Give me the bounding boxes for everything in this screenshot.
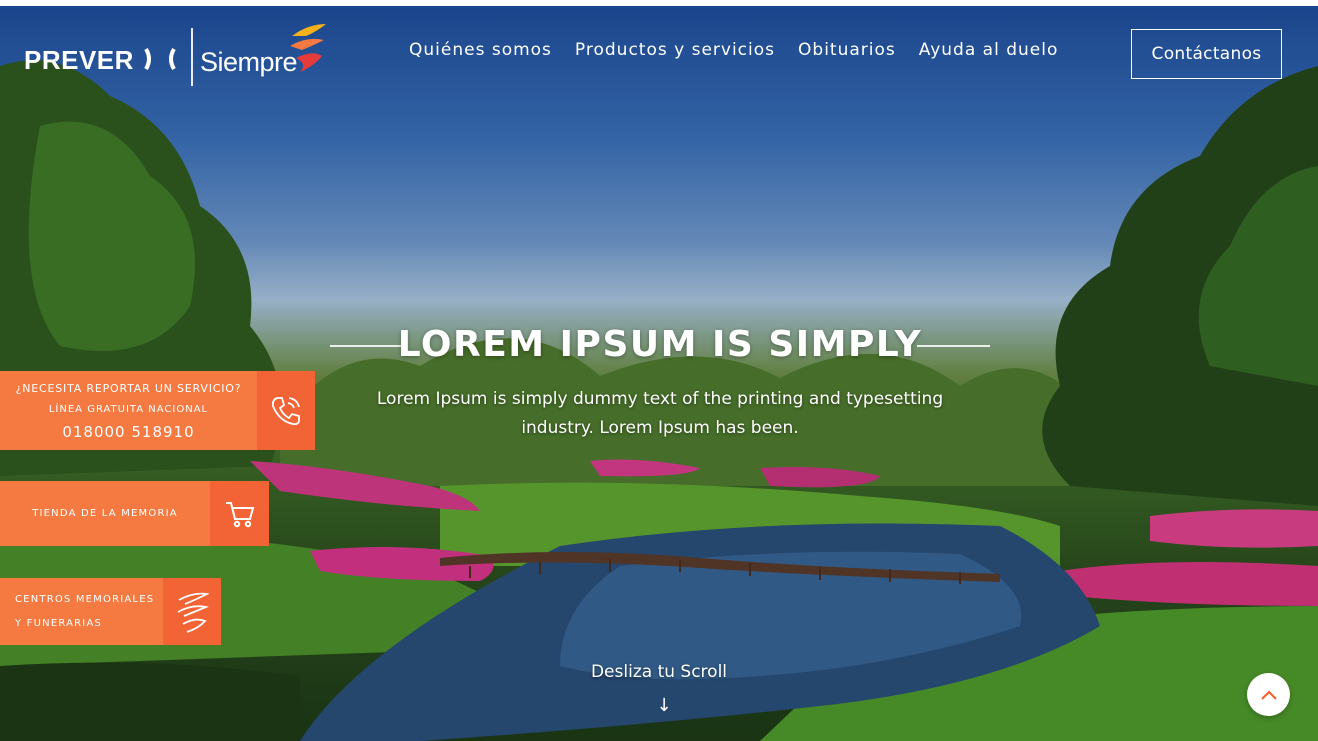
main-navigation: Quiénes somos Productos y servicios Obit… <box>409 40 1081 60</box>
phone-icon <box>257 371 315 450</box>
hero-headline-block: LOREM IPSUM IS SIMPLY <box>330 324 990 370</box>
hero-title: LOREM IPSUM IS SIMPLY <box>397 324 923 365</box>
nav-ayuda-duelo[interactable]: Ayuda al duelo <box>919 40 1059 60</box>
nav-productos-servicios[interactable]: Productos y servicios <box>575 40 775 60</box>
cart-icon <box>210 481 269 546</box>
logo-divider <box>191 28 193 86</box>
report-service-text: ¿NECESITA REPORTAR UN SERVICIO? LÍNEA GR… <box>0 371 257 450</box>
memorial-centers-widget[interactable]: CENTROS MEMORIALES Y FUNERARIAS <box>0 578 221 645</box>
scroll-down-arrow-icon[interactable]: ↓ <box>654 695 674 716</box>
logo-prever-text: PREVER <box>24 45 134 75</box>
report-service-widget[interactable]: ¿NECESITA REPORTAR UN SERVICIO? LÍNEA GR… <box>0 371 315 450</box>
free-line-phone[interactable]: 018000 518910 <box>62 423 194 441</box>
free-line-label: LÍNEA GRATUITA NACIONAL <box>48 404 209 415</box>
memory-store-label: TIENDA DE LA MEMORIA <box>32 508 178 519</box>
logo-bars-icon <box>144 47 176 71</box>
prever-siempre-logo[interactable]: PREVER Siempre <box>24 22 334 88</box>
contact-button[interactable]: Contáctanos <box>1131 29 1282 79</box>
memorial-centers-text: CENTROS MEMORIALES Y FUNERARIAS <box>0 578 163 645</box>
chevron-up-icon <box>1260 689 1277 700</box>
hero-subtitle: Lorem Ipsum is simply dummy text of the … <box>376 389 944 438</box>
logo-siempre-text: Siempre <box>200 47 298 77</box>
scroll-hint-label: Desliza tu Scroll <box>590 662 728 682</box>
back-to-top-button[interactable] <box>1247 673 1290 716</box>
nav-obituarios[interactable]: Obituarios <box>798 40 896 60</box>
memory-store-widget[interactable]: TIENDA DE LA MEMORIA <box>0 481 269 546</box>
nav-quienes-somos[interactable]: Quiénes somos <box>409 40 552 60</box>
memorial-centers-line1: CENTROS MEMORIALES <box>15 593 155 605</box>
logo-flame-icon <box>290 24 326 72</box>
siempre-s-icon <box>163 578 221 645</box>
report-service-question: ¿NECESITA REPORTAR UN SERVICIO? <box>15 382 242 395</box>
memorial-centers-line2: Y FUNERARIAS <box>15 617 103 629</box>
headline-rule-right <box>917 345 990 347</box>
